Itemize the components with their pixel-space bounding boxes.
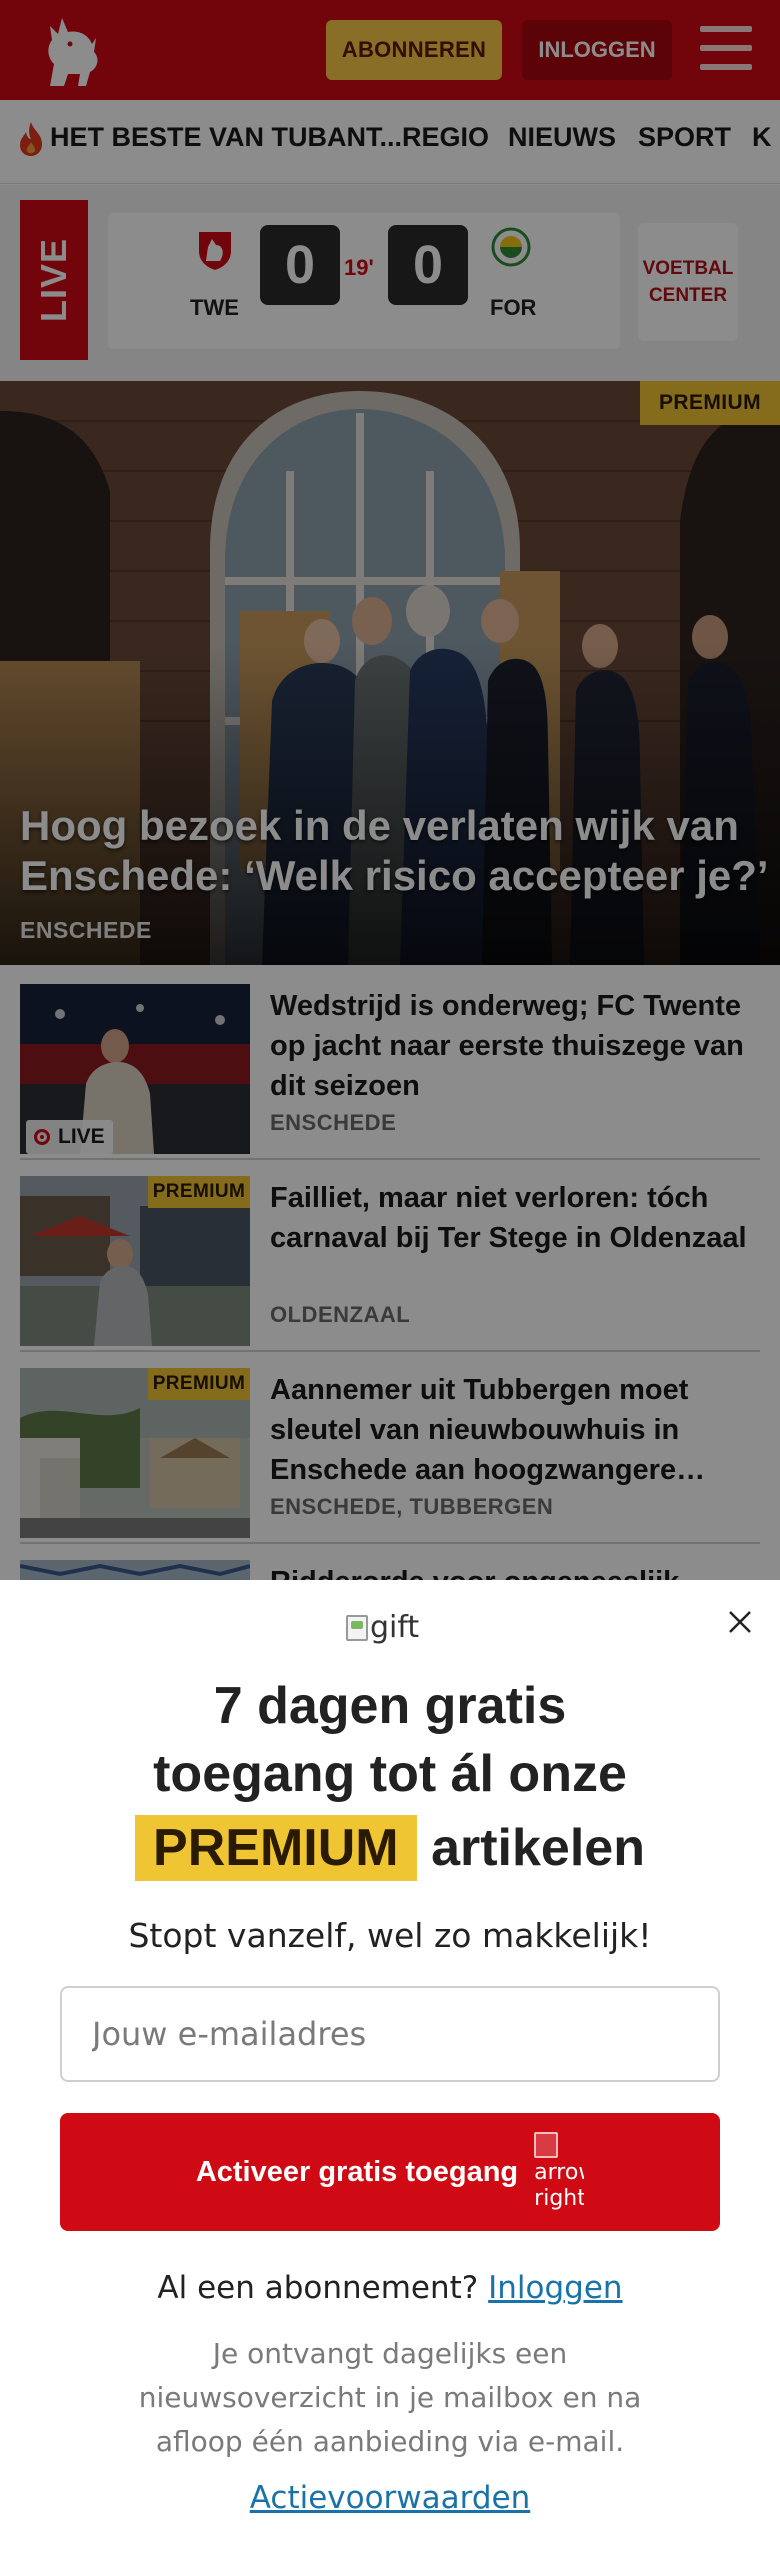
terms-link[interactable]: Actievoorwaarden	[0, 2480, 780, 2516]
premium-highlight: PREMIUM	[135, 1815, 417, 1881]
trial-modal: gift 7 dagen gratis toegang tot ál onze …	[0, 1580, 780, 2560]
close-icon[interactable]	[720, 1602, 760, 1642]
arrow-right-icon: arrow-right	[534, 2122, 584, 2222]
broken-image-icon	[534, 2132, 559, 2158]
modal-backdrop[interactable]	[0, 0, 780, 1580]
disclaimer-text: Je ontvangt dagelijks een nieuwsoverzich…	[138, 2337, 642, 2458]
gift-icon: gift	[346, 1610, 419, 1645]
modal-subline: Stopt vanzelf, wel zo makkelijk!	[128, 1916, 652, 1955]
modal-title: 7 dagen gratis toegang tot ál onze PREMI…	[0, 1672, 780, 1882]
login-link[interactable]: Inloggen	[488, 2270, 622, 2306]
page: ABONNEREN INLOGGEN HET BESTE VAN TUBANT.…	[0, 0, 780, 2560]
existing-subscription-line: Al een abonnement? Inloggen	[157, 2270, 623, 2306]
activate-trial-button[interactable]: Activeer gratis toegang arrow-right	[60, 2113, 720, 2231]
broken-image-icon	[346, 1614, 368, 1641]
email-input[interactable]	[60, 1986, 720, 2082]
